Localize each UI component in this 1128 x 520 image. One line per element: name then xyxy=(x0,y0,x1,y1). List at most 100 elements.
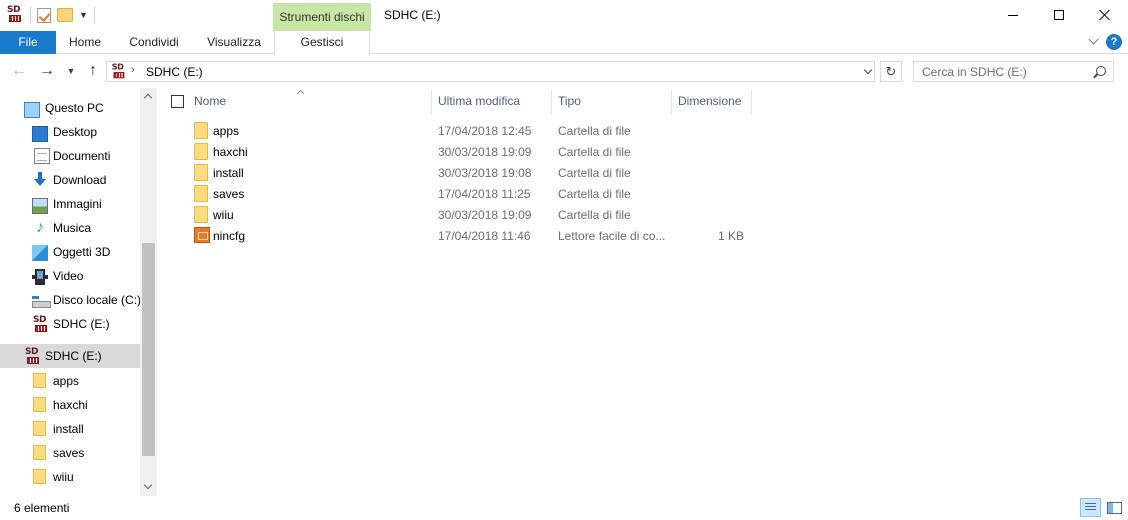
table-row[interactable]: nincfg 17/04/2018 11:46 Lettore facile d… xyxy=(186,225,751,246)
recent-locations-button[interactable]: ▼ xyxy=(64,61,78,81)
file-modified: 30/03/2018 19:09 xyxy=(438,145,532,159)
scroll-down-icon[interactable] xyxy=(140,479,157,496)
desktop-icon xyxy=(32,126,48,142)
nav-item-label: Immagini xyxy=(53,197,102,211)
config-file-icon xyxy=(194,227,210,243)
file-name: nincfg xyxy=(213,229,246,243)
sd-card-icon: SD xyxy=(111,63,127,80)
table-row[interactable]: saves 17/04/2018 11:25 Cartella di file xyxy=(186,183,751,204)
file-name: saves xyxy=(213,187,245,201)
scroll-up-icon[interactable] xyxy=(140,88,157,105)
breadcrumb-drive[interactable]: SDHC (E:) xyxy=(146,65,203,79)
nav-scrollbar[interactable] xyxy=(140,88,157,496)
nav-item-sdhc[interactable]: SD SDHC (E:) xyxy=(0,312,140,336)
up-button[interactable]: ↑ xyxy=(82,61,104,81)
tab-home[interactable]: Home xyxy=(56,31,114,54)
nav-item-saves[interactable]: saves xyxy=(0,441,140,465)
back-button[interactable]: ← xyxy=(8,61,30,81)
pictures-icon xyxy=(32,198,48,214)
column-divider[interactable] xyxy=(751,90,752,114)
nav-item-label: Musica xyxy=(53,221,92,235)
nav-item-local-disk[interactable]: Disco locale (C:) xyxy=(0,288,142,312)
nav-item-haxchi[interactable]: haxchi xyxy=(0,393,140,417)
table-row[interactable]: apps 17/04/2018 12:45 Cartella di file xyxy=(186,120,751,141)
nav-item-desktop[interactable]: Desktop xyxy=(0,120,140,144)
music-icon: ♪ xyxy=(36,219,44,236)
table-row[interactable]: install 30/03/2018 19:08 Cartella di fil… xyxy=(186,162,751,183)
new-folder-icon[interactable] xyxy=(57,8,73,22)
help-icon[interactable]: ? xyxy=(1106,34,1122,50)
tab-file[interactable]: File xyxy=(0,31,56,54)
nav-item-video[interactable]: Video xyxy=(0,264,140,288)
file-modified: 17/04/2018 12:45 xyxy=(438,124,532,138)
item-count: 6 elementi xyxy=(14,501,70,515)
column-header-name[interactable]: Nome xyxy=(194,88,429,114)
file-list: Nome Ultima modifica Tipo Dimensione app… xyxy=(157,88,1128,496)
file-name: wiiu xyxy=(213,208,234,222)
column-header-size[interactable]: Dimensione xyxy=(678,88,750,114)
nav-item-sdhc-drive[interactable]: SD SDHC (E:) xyxy=(0,344,140,368)
nav-item-label: Questo PC xyxy=(45,101,104,115)
nav-item-apps[interactable]: apps xyxy=(0,369,140,393)
contextual-tab-drive-tools: Strumenti dischi xyxy=(273,3,371,31)
nav-item-label: Documenti xyxy=(53,149,111,163)
folder-icon xyxy=(194,206,208,223)
properties-icon[interactable] xyxy=(37,7,51,23)
qat-divider xyxy=(93,7,95,23)
nav-item-install[interactable]: install xyxy=(0,417,140,441)
nav-item-label: install xyxy=(53,422,84,436)
forward-button[interactable]: → xyxy=(36,61,58,81)
file-type: Cartella di file xyxy=(558,145,631,159)
nav-item-3d-objects[interactable]: Oggetti 3D xyxy=(0,240,140,264)
nav-item-downloads[interactable]: Download xyxy=(0,168,140,192)
column-divider[interactable] xyxy=(551,90,552,114)
nav-item-label: SDHC (E:) xyxy=(45,349,102,363)
file-type: Cartella di file xyxy=(558,166,631,180)
column-header-modified[interactable]: Ultima modifica xyxy=(438,88,548,114)
nav-item-pictures[interactable]: Immagini xyxy=(0,192,140,216)
download-icon xyxy=(32,172,48,188)
folder-icon xyxy=(194,164,208,181)
maximize-button[interactable] xyxy=(1036,0,1082,30)
scrollbar-thumb[interactable] xyxy=(142,243,155,456)
video-icon xyxy=(32,269,48,285)
nav-item-this-pc[interactable]: Questo PC xyxy=(0,96,140,120)
breadcrumb-separator[interactable]: › xyxy=(131,64,135,76)
tab-manage[interactable]: Gestisci xyxy=(274,31,370,55)
nav-item-music[interactable]: ♪ Musica xyxy=(0,216,140,240)
address-bar[interactable]: SD › SDHC (E:) xyxy=(106,61,875,82)
folder-icon xyxy=(194,122,208,139)
search-input[interactable]: Cerca in SDHC (E:) xyxy=(913,61,1114,82)
column-divider[interactable] xyxy=(431,90,432,114)
address-history-dropdown[interactable] xyxy=(860,61,876,81)
nav-item-label: apps xyxy=(53,374,80,388)
folder-icon xyxy=(33,373,46,388)
tab-share[interactable]: Condividi xyxy=(114,31,194,54)
nav-item-label: haxchi xyxy=(53,398,88,412)
close-icon xyxy=(1099,9,1111,21)
nav-item-label: Disco locale (C:) xyxy=(53,293,142,307)
folder-icon xyxy=(33,469,46,484)
table-row[interactable]: wiiu 30/03/2018 19:09 Cartella di file xyxy=(186,204,751,225)
maximize-icon xyxy=(1054,10,1064,20)
nav-item-wiiu[interactable]: wiiu xyxy=(0,465,140,489)
folder-icon xyxy=(33,397,46,412)
3d-objects-icon xyxy=(32,245,48,261)
file-modified: 17/04/2018 11:25 xyxy=(438,187,531,201)
column-header-type[interactable]: Tipo xyxy=(558,88,668,114)
refresh-button[interactable]: ↻ xyxy=(880,61,902,82)
tab-view[interactable]: Visualizza xyxy=(194,31,274,54)
nav-item-documents[interactable]: Documenti xyxy=(0,144,140,168)
close-button[interactable] xyxy=(1082,0,1128,30)
navigation-pane: Questo PC Desktop Documenti Download Imm… xyxy=(0,88,157,496)
table-row[interactable]: haxchi 30/03/2018 19:09 Cartella di file xyxy=(186,141,751,162)
customize-qat-icon[interactable]: ▼ xyxy=(79,10,88,20)
minimize-button[interactable] xyxy=(990,0,1036,30)
details-view-icon[interactable] xyxy=(1080,498,1101,517)
column-divider[interactable] xyxy=(671,90,672,114)
file-modified: 17/04/2018 11:46 xyxy=(438,229,531,243)
expand-ribbon-icon[interactable] xyxy=(1088,35,1100,47)
select-all-checkbox[interactable] xyxy=(171,95,184,108)
large-icons-view-icon[interactable] xyxy=(1104,499,1123,516)
sd-card-icon[interactable]: SD xyxy=(6,5,24,24)
